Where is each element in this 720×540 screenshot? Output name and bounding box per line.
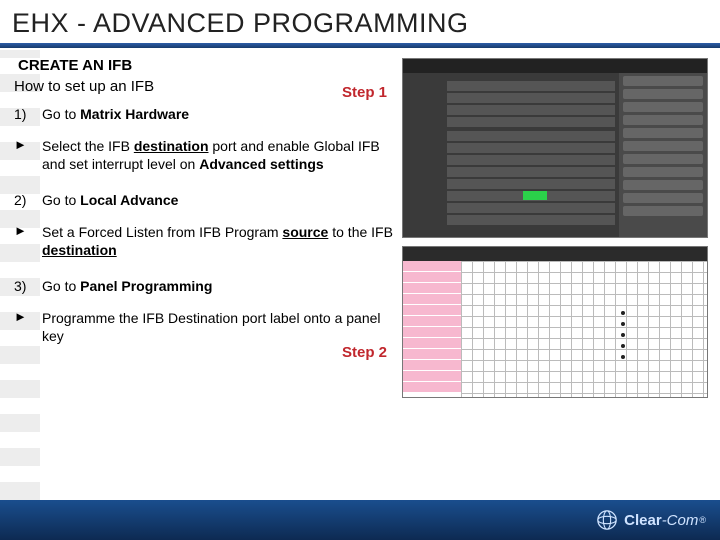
section-heading: CREATE AN IFB	[18, 56, 394, 75]
step-2-detail: ► Set a Forced Listen from IFB Program s…	[14, 224, 394, 260]
globe-icon	[596, 509, 618, 531]
t: Select the IFB	[42, 138, 134, 154]
right-column	[402, 56, 708, 398]
slide-title: EHX - ADVANCED PROGRAMMING	[0, 0, 720, 43]
step2-callout: Step 2	[342, 344, 387, 361]
step-text: Programme the IFB Destination port label…	[42, 310, 394, 346]
left-column: CREATE AN IFB How to set up an IFB 1) Go…	[14, 56, 394, 398]
step1-callout: Step 1	[342, 84, 387, 101]
t: to the IFB	[328, 224, 393, 240]
t-bold: Local Advance	[80, 192, 178, 208]
t-bold: Advanced settings	[199, 156, 323, 172]
section-subheading: How to set up an IFB	[14, 77, 394, 96]
footer-bar: Clear-Com®	[0, 500, 720, 540]
step-text: Select the IFB destination port and enab…	[42, 138, 394, 174]
step-text: Go to Matrix Hardware	[42, 106, 394, 124]
t: Go to	[42, 192, 80, 208]
step-2: 2) Go to Local Advance	[14, 192, 394, 210]
screenshot-grid	[461, 261, 707, 397]
t-bold: Panel Programming	[80, 278, 212, 294]
step-1: 1) Go to Matrix Hardware	[14, 106, 394, 124]
slide: EHX - ADVANCED PROGRAMMING CREATE AN IFB…	[0, 0, 720, 540]
step-3-detail: ► Programme the IFB Destination port lab…	[14, 310, 394, 346]
t: Go to	[42, 278, 80, 294]
step-text: Go to Local Advance	[42, 192, 394, 210]
step-text: Set a Forced Listen from IFB Program sou…	[42, 224, 394, 260]
t: Set a Forced Listen from IFB Program	[42, 224, 282, 240]
highlight-cell	[523, 191, 547, 200]
step-text: Go to Panel Programming	[42, 278, 394, 296]
t-dest: destination	[134, 138, 209, 154]
t: Go to	[42, 106, 80, 122]
t-dest: destination	[42, 242, 117, 258]
screenshot-toolbar	[403, 59, 707, 73]
brand-logo: Clear-Com®	[596, 509, 706, 531]
watermark-strip	[0, 50, 40, 500]
brand-b: -Com	[662, 512, 699, 529]
title-rule	[0, 43, 720, 48]
screenshot-step1	[402, 58, 708, 238]
screenshot-side-panel	[619, 73, 707, 237]
t-src: source	[282, 224, 328, 240]
step-3: 3) Go to Panel Programming	[14, 278, 394, 296]
screenshot-row-labels	[403, 261, 461, 397]
screenshot-toolbar	[403, 247, 707, 261]
step-1-detail: ► Select the IFB destination port and en…	[14, 138, 394, 174]
brand-a: Clear	[624, 512, 662, 529]
t-bold: Matrix Hardware	[80, 106, 189, 122]
brand-reg: ®	[699, 515, 706, 525]
screenshot-step2	[402, 246, 708, 398]
